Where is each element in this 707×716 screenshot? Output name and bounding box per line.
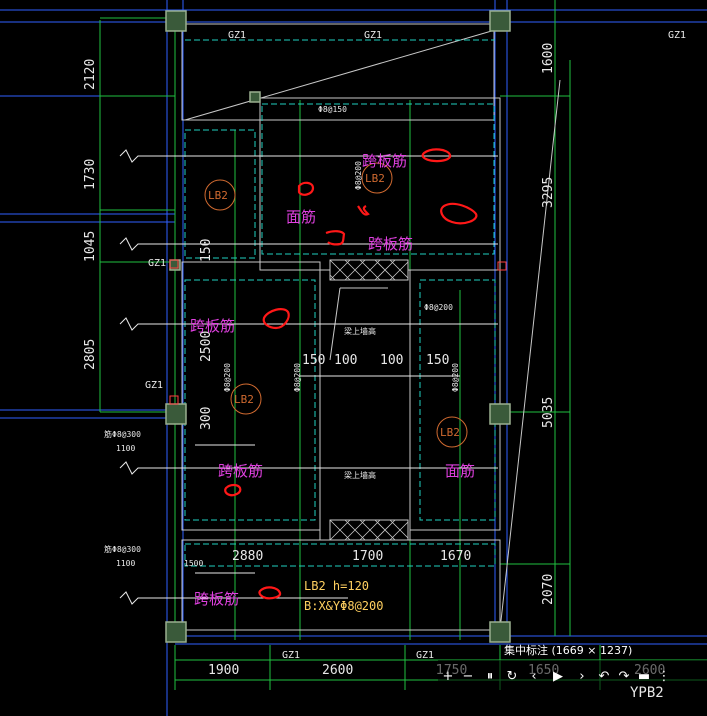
slab-spec-line2: B:X&YΦ8@200 xyxy=(304,599,383,613)
small-note: Φ8@200 xyxy=(223,363,232,392)
crop-button[interactable]: ▬ xyxy=(636,668,652,686)
side-note: 筋Φ8@300 xyxy=(104,544,141,554)
slab-tag: LB2 xyxy=(365,172,385,185)
dim-150-vertical: 150 xyxy=(199,239,214,262)
dim-left-2: 1730 xyxy=(83,159,98,190)
annotation-cross-rebar: 跨板筋 xyxy=(194,590,239,608)
dim-right-3: 5035 xyxy=(541,397,556,428)
beam-note: 梁上墙高 xyxy=(344,470,376,480)
more-button[interactable]: ⋮ xyxy=(656,668,672,686)
annotation-cross-rebar: 跨板筋 xyxy=(368,235,413,253)
slab-spec: LB2 h=120 B:X&YΦ8@200 xyxy=(304,579,383,613)
rotate-left-button[interactable]: ↶ xyxy=(596,668,612,686)
gz-tag: GZ1 xyxy=(145,380,163,391)
small-note: Φ8@200 xyxy=(293,363,302,392)
gz-tag: GZ1 xyxy=(148,258,166,269)
annotation-top-rebar: 面筋 xyxy=(445,462,475,480)
rotate-right-button[interactable]: ↷ xyxy=(616,668,632,686)
rotate-button[interactable]: ↻ xyxy=(504,668,520,686)
tiny-dim: 1100 xyxy=(116,444,135,453)
dim-left-1: 2120 xyxy=(83,59,98,90)
dim-2500-vertical: 2500 xyxy=(199,331,214,362)
gz-tag: GZ1 xyxy=(364,30,382,41)
dim-right-1: 1600 xyxy=(541,43,556,74)
small-notes: Φ8@150 Φ8@200 梁上墙高 梁上墙高 Φ8@200 Φ8@200 Φ8… xyxy=(104,105,460,568)
annotation-cross-rebar: 跨板筋 xyxy=(190,317,235,335)
dim-bottom-2: 2600 xyxy=(322,663,353,678)
slab-tag: LB2 xyxy=(440,426,460,439)
hatched-beams xyxy=(329,259,409,541)
dim-right-2: 3295 xyxy=(541,177,556,208)
small-note: Φ8@200 xyxy=(451,363,460,392)
dim-mid-2: 100 xyxy=(334,353,357,368)
dim-row-3: 1670 xyxy=(440,549,471,564)
dim-right-4: 2070 xyxy=(541,574,556,605)
zoom-in-button[interactable]: + xyxy=(440,668,456,686)
viewer-toolbar: 集中标注 (1669 × 1237) + − ⏸ ↻ ‹ ▶ › ↶ ↷ ▬ ⋮ xyxy=(438,644,707,716)
slab-tags: LB2 LB2 LB2 LB2 xyxy=(208,172,460,439)
dim-mid-3: 100 xyxy=(380,353,403,368)
slab-tag: LB2 xyxy=(234,393,254,406)
dim-mid-1: 150 xyxy=(302,353,325,368)
side-note: 筋Φ8@300 xyxy=(104,429,141,439)
gz-tag: GZ1 xyxy=(282,650,300,661)
rebar-label: Φ8@200 xyxy=(424,303,453,312)
gz-tag: GZ1 xyxy=(228,30,246,41)
cad-drawing-canvas[interactable]: 2120 1730 1045 2805 1600 3295 5035 2070 … xyxy=(0,0,707,716)
dimension-labels: 2120 1730 1045 2805 1600 3295 5035 2070 … xyxy=(83,43,665,678)
column-tags: GZ1 GZ1 GZ1 GZ1 GZ1 GZ1 GZ1 xyxy=(145,30,686,661)
cad-viewer: 2120 1730 1045 2805 1600 3295 5035 2070 … xyxy=(0,0,707,716)
zoom-out-button[interactable]: − xyxy=(460,668,476,686)
slab-tag: LB2 xyxy=(208,189,228,202)
dim-left-3: 1045 xyxy=(83,231,98,262)
slab-spec-line1: LB2 h=120 xyxy=(304,579,369,593)
dim-bottom-1: 1900 xyxy=(208,663,239,678)
dim-row-1: 2880 xyxy=(232,549,263,564)
next-button[interactable]: › xyxy=(574,668,590,686)
play-button[interactable]: ▶ xyxy=(550,668,566,686)
beam-note: 梁上墙高 xyxy=(344,326,376,336)
dim-left-4: 2805 xyxy=(83,339,98,370)
annotation-cross-rebar: 跨板筋 xyxy=(218,462,263,480)
tiny-dim: 1100 xyxy=(116,559,135,568)
dim-mid-4: 150 xyxy=(426,353,449,368)
gz-tag: GZ1 xyxy=(668,30,686,41)
gz-tag: GZ1 xyxy=(416,650,434,661)
annotation-cross-rebar: 跨板筋 xyxy=(362,152,407,170)
fit-button[interactable]: ⏸ xyxy=(482,668,498,686)
dim-300-vertical: 300 xyxy=(199,407,214,430)
dim-row-2: 1700 xyxy=(352,549,383,564)
annotation-top-rebar: 面筋 xyxy=(286,208,316,226)
rebar-label: Φ8@150 xyxy=(318,105,347,114)
viewer-title: 集中标注 (1669 × 1237) xyxy=(504,644,633,657)
tiny-dim: 1500 xyxy=(184,559,203,568)
prev-button[interactable]: ‹ xyxy=(526,668,542,686)
